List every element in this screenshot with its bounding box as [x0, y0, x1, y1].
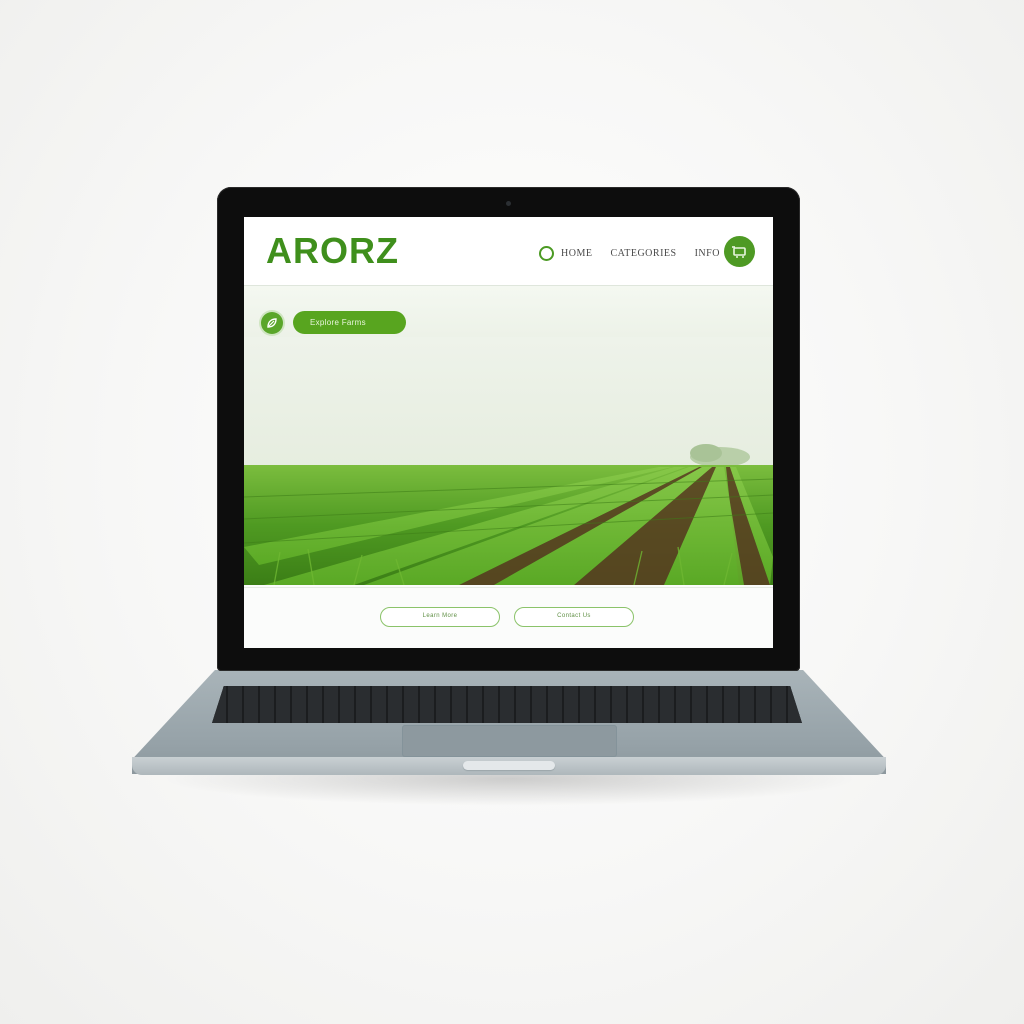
leaf-icon — [261, 312, 283, 334]
main-nav: HOME CATEGORIES INFO — [539, 242, 720, 264]
laptop-trackpad[interactable] — [402, 725, 617, 757]
laptop-keyboard — [212, 686, 802, 723]
laptop-lid-notch — [463, 761, 555, 770]
cart-icon — [731, 245, 746, 258]
site-logo[interactable]: ARORZ — [266, 231, 399, 271]
nav-link-categories[interactable]: CATEGORIES — [610, 248, 676, 259]
circle-icon — [539, 245, 554, 261]
laptop-screen: ARORZ HOME CATEGORIES INFO Explore Farms… — [244, 217, 773, 648]
nav-link-home[interactable]: HOME — [561, 248, 592, 259]
nav-link-info[interactable]: INFO — [695, 248, 720, 259]
webcam-icon — [506, 201, 511, 206]
cart-button[interactable] — [724, 236, 755, 267]
footer-actions: Learn More Contact Us — [244, 587, 773, 648]
farm-field-image — [244, 337, 773, 585]
learn-more-button[interactable]: Learn More — [380, 607, 500, 627]
contact-us-button[interactable]: Contact Us — [514, 607, 634, 627]
explore-farms-button[interactable]: Explore Farms — [293, 311, 406, 334]
laptop-shadow — [160, 772, 860, 806]
site-header: ARORZ HOME CATEGORIES INFO — [244, 217, 773, 286]
laptop-lid: ARORZ HOME CATEGORIES INFO Explore Farms… — [217, 187, 800, 671]
